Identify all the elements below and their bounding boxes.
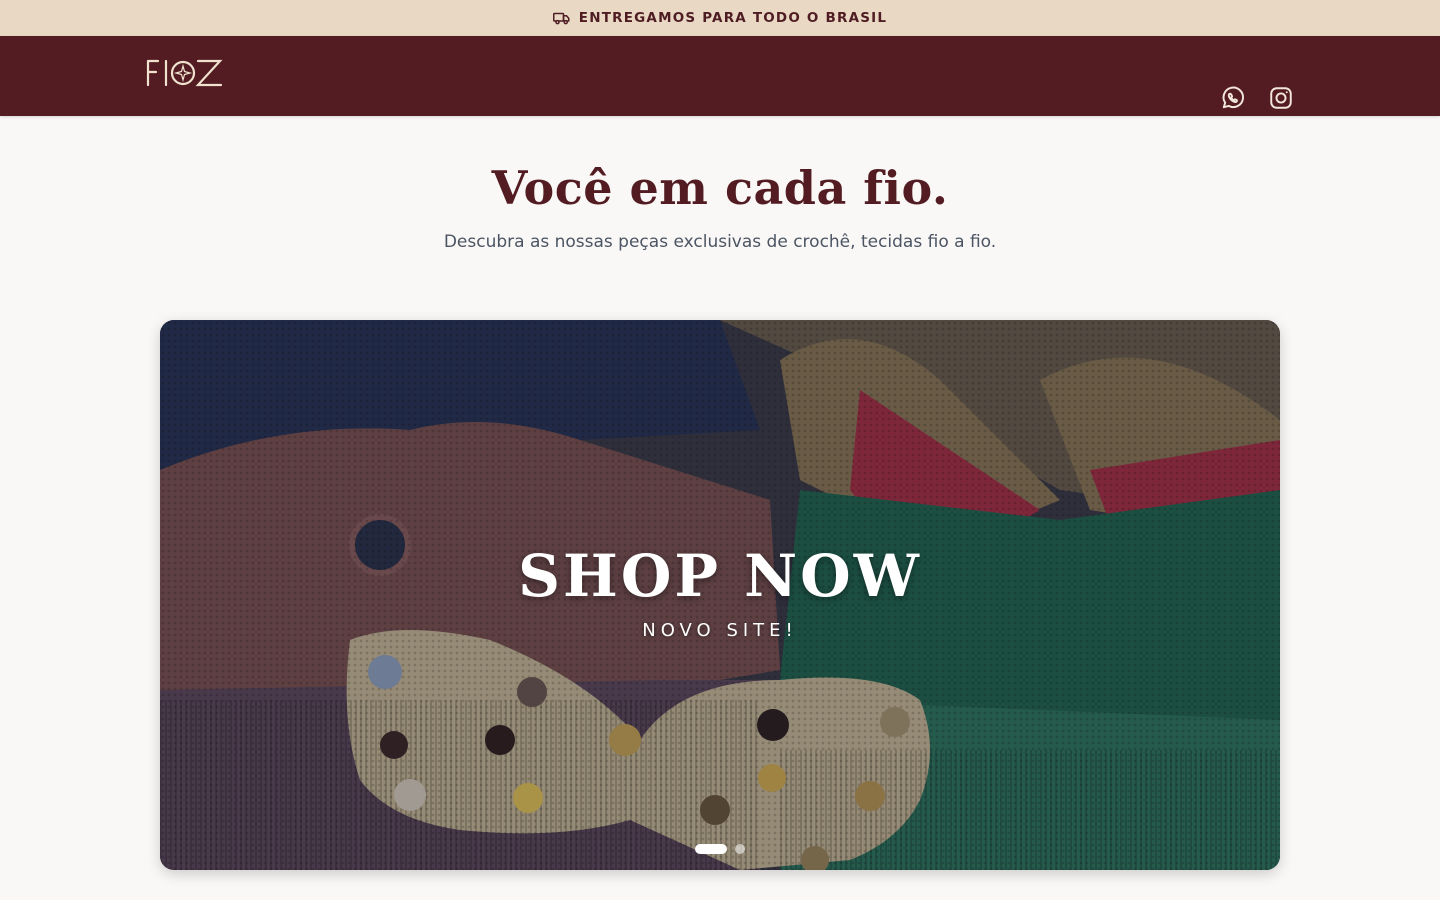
announcement-text: ENTREGAMOS PARA TODO O BRASIL <box>578 10 888 26</box>
whatsapp-icon[interactable] <box>1220 85 1246 111</box>
banner-subheadline: NOVO SITE! <box>642 620 798 641</box>
hero-section: Você em cada fio. Descubra as nossas peç… <box>0 116 1440 252</box>
site-header <box>0 36 1440 116</box>
hero-banner-carousel[interactable]: SHOP NOW NOVO SITE! <box>160 320 1280 870</box>
carousel-dot-1[interactable] <box>695 844 727 854</box>
header-social-icons <box>1220 85 1294 111</box>
shop-now-headline[interactable]: SHOP NOW <box>160 542 1280 610</box>
site-logo[interactable] <box>144 56 226 90</box>
hero-subtitle: Descubra as nossas peças exclusivas de c… <box>443 232 997 252</box>
carousel-indicators <box>160 844 1280 854</box>
instagram-icon[interactable] <box>1268 85 1294 111</box>
announcement-bar: ENTREGAMOS PARA TODO O BRASIL <box>0 0 1440 36</box>
hero-title: Você em cada fio. <box>491 161 949 215</box>
carousel-dot-2[interactable] <box>735 844 745 854</box>
truck-icon <box>552 9 571 27</box>
